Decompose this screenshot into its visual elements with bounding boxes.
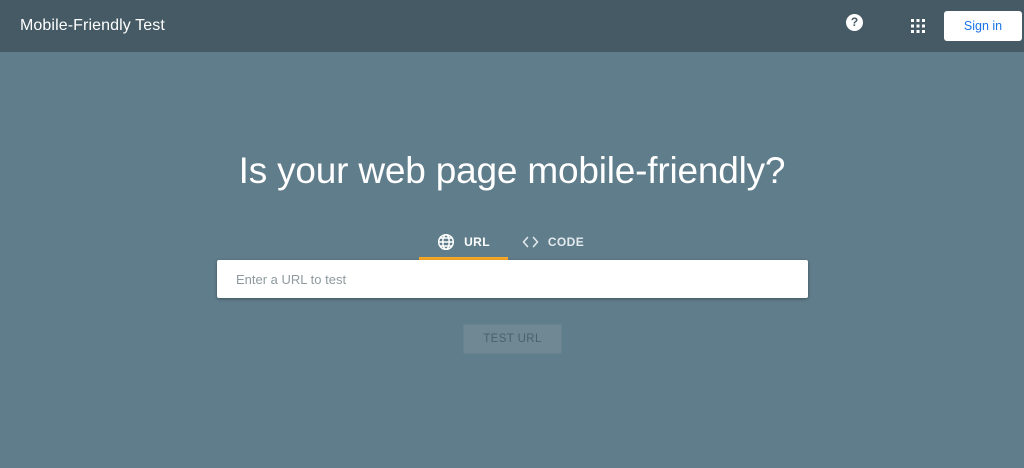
url-input-container [217,260,808,298]
input-mode-tabs: URL CODE [419,224,598,260]
tab-url[interactable]: URL [419,224,508,260]
help-icon[interactable]: ? [846,14,863,31]
app-title: Mobile-Friendly Test [20,17,165,34]
top-app-bar: Mobile-Friendly Test ? Sign in [0,0,1024,52]
sign-in-button[interactable]: Sign in [944,11,1022,41]
page-headline: Is your web page mobile-friendly? [238,150,786,191]
test-url-button[interactable]: TEST URL [463,324,562,354]
tab-url-label: URL [464,235,490,249]
globe-icon [437,233,455,251]
url-input[interactable] [217,260,808,298]
code-brackets-icon [522,236,539,248]
apps-grid-icon[interactable] [908,16,928,36]
tab-code[interactable]: CODE [508,224,598,260]
tab-code-label: CODE [547,235,585,249]
